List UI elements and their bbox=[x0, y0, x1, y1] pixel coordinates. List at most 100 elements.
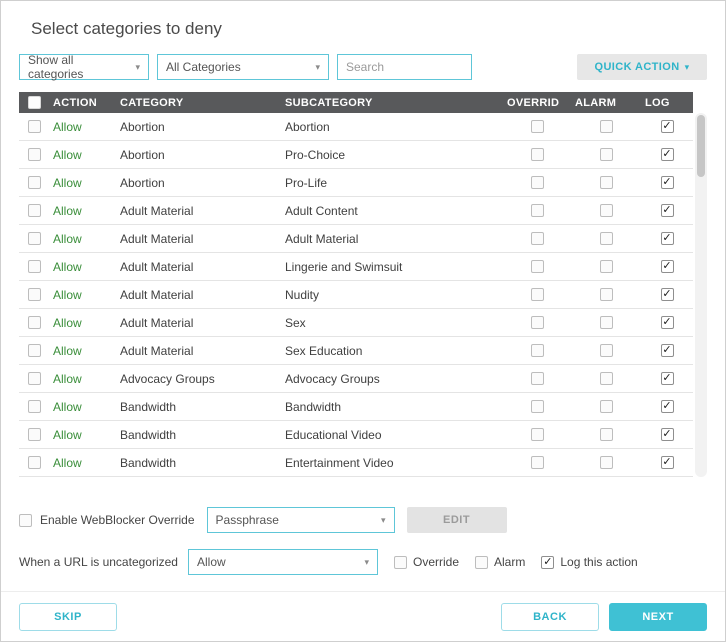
row-log-checkbox[interactable] bbox=[660, 400, 674, 413]
row-override-checkbox[interactable] bbox=[530, 148, 544, 161]
category-filter-dropdown[interactable]: All Categories ▾ bbox=[157, 54, 329, 80]
row-log-checkbox[interactable] bbox=[660, 344, 674, 357]
row-log-checkbox[interactable] bbox=[660, 288, 674, 301]
row-select-cell bbox=[19, 120, 49, 133]
row-alarm-cell bbox=[571, 120, 641, 133]
row-category-label: Bandwidth bbox=[120, 399, 177, 414]
row-select-checkbox[interactable] bbox=[27, 400, 41, 413]
row-log-checkbox[interactable] bbox=[660, 372, 674, 385]
row-alarm-cell bbox=[571, 428, 641, 441]
row-log-checkbox[interactable] bbox=[660, 232, 674, 245]
row-override-checkbox[interactable] bbox=[530, 456, 544, 469]
row-override-cell bbox=[503, 372, 571, 385]
row-override-checkbox[interactable] bbox=[530, 372, 544, 385]
row-select-checkbox[interactable] bbox=[27, 148, 41, 161]
row-action-label: Allow bbox=[53, 119, 82, 134]
select-categories-dialog: Select categories to deny Show all categ… bbox=[0, 0, 726, 642]
row-log-checkbox[interactable] bbox=[660, 204, 674, 217]
table-scrollbar-track[interactable] bbox=[695, 113, 707, 477]
select-all-checkbox[interactable] bbox=[27, 96, 41, 109]
row-override-checkbox[interactable] bbox=[530, 260, 544, 273]
quick-action-button[interactable]: QUICK ACTION ▾ bbox=[577, 54, 707, 80]
row-log-cell bbox=[641, 428, 693, 441]
row-select-checkbox[interactable] bbox=[27, 316, 41, 329]
row-subcategory-label: Educational Video bbox=[285, 427, 382, 442]
row-alarm-checkbox[interactable] bbox=[599, 260, 613, 273]
row-select-checkbox[interactable] bbox=[27, 428, 41, 441]
row-override-checkbox[interactable] bbox=[530, 232, 544, 245]
row-log-cell bbox=[641, 148, 693, 161]
row-alarm-checkbox[interactable] bbox=[599, 204, 613, 217]
row-alarm-checkbox[interactable] bbox=[599, 232, 613, 245]
row-alarm-checkbox[interactable] bbox=[599, 400, 613, 413]
row-alarm-checkbox[interactable] bbox=[599, 344, 613, 357]
row-subcategory-label: Advocacy Groups bbox=[285, 371, 380, 386]
row-alarm-cell bbox=[571, 316, 641, 329]
table-row: Allow Bandwidth Bandwidth bbox=[19, 393, 693, 421]
uncategorized-alarm-checkbox[interactable]: Alarm bbox=[475, 555, 525, 569]
row-override-checkbox[interactable] bbox=[530, 344, 544, 357]
table-row: Allow Adult Material Adult Material bbox=[19, 225, 693, 253]
override-method-value: Passphrase bbox=[215, 513, 279, 527]
row-select-checkbox[interactable] bbox=[27, 288, 41, 301]
next-button[interactable]: NEXT bbox=[609, 602, 707, 631]
row-override-cell bbox=[503, 288, 571, 301]
row-select-cell bbox=[19, 260, 49, 273]
row-action-label: Allow bbox=[53, 315, 82, 330]
row-log-checkbox[interactable] bbox=[660, 428, 674, 441]
filter-controls: Show all categories ▾ All Categories ▾ Q… bbox=[19, 53, 707, 81]
show-categories-dropdown[interactable]: Show all categories ▾ bbox=[19, 53, 149, 81]
row-select-checkbox[interactable] bbox=[27, 176, 41, 189]
row-alarm-checkbox[interactable] bbox=[599, 288, 613, 301]
uncategorized-log-checkbox[interactable]: Log this action bbox=[541, 555, 638, 569]
table-scrollbar-thumb[interactable] bbox=[697, 115, 705, 177]
row-action-label: Allow bbox=[53, 259, 82, 274]
row-override-checkbox[interactable] bbox=[530, 120, 544, 133]
header-log: LOG bbox=[645, 96, 670, 109]
row-action-label: Allow bbox=[53, 287, 82, 302]
row-alarm-checkbox[interactable] bbox=[599, 456, 613, 469]
enable-override-checkbox[interactable] bbox=[19, 513, 32, 527]
search-input[interactable] bbox=[337, 54, 472, 80]
row-category-label: Adult Material bbox=[120, 315, 194, 330]
row-override-checkbox[interactable] bbox=[530, 428, 544, 441]
row-select-checkbox[interactable] bbox=[27, 120, 41, 133]
category-filter-value: All Categories bbox=[166, 60, 241, 74]
row-select-checkbox[interactable] bbox=[27, 456, 41, 469]
row-log-checkbox[interactable] bbox=[660, 148, 674, 161]
override-method-dropdown[interactable]: Passphrase ▾ bbox=[206, 507, 395, 533]
row-log-checkbox[interactable] bbox=[660, 120, 674, 133]
skip-button[interactable]: SKIP bbox=[19, 602, 117, 631]
row-override-checkbox[interactable] bbox=[530, 400, 544, 413]
row-alarm-checkbox[interactable] bbox=[599, 176, 613, 189]
row-select-checkbox[interactable] bbox=[27, 232, 41, 245]
uncategorized-override-checkbox[interactable]: Override bbox=[393, 555, 459, 569]
row-select-checkbox[interactable] bbox=[27, 372, 41, 385]
row-log-cell bbox=[641, 120, 693, 133]
row-alarm-checkbox[interactable] bbox=[599, 316, 613, 329]
row-override-checkbox[interactable] bbox=[530, 288, 544, 301]
row-override-checkbox[interactable] bbox=[530, 204, 544, 217]
row-alarm-checkbox[interactable] bbox=[599, 148, 613, 161]
row-select-checkbox[interactable] bbox=[27, 260, 41, 273]
table-header-row: ACTION CATEGORY SUBCATEGORY OVERRID ALAR… bbox=[19, 92, 693, 113]
table-row: Allow Adult Material Nudity bbox=[19, 281, 693, 309]
row-alarm-checkbox[interactable] bbox=[599, 372, 613, 385]
uncategorized-action-dropdown[interactable]: Allow ▾ bbox=[187, 549, 378, 575]
edit-button[interactable]: EDIT bbox=[406, 507, 507, 533]
row-log-checkbox[interactable] bbox=[660, 260, 674, 273]
row-override-checkbox[interactable] bbox=[530, 316, 544, 329]
row-category-label: Adult Material bbox=[120, 203, 194, 218]
row-alarm-checkbox[interactable] bbox=[599, 120, 613, 133]
row-subcategory-label: Sex bbox=[285, 315, 306, 330]
row-log-checkbox[interactable] bbox=[660, 176, 674, 189]
row-log-checkbox[interactable] bbox=[660, 456, 674, 469]
row-select-checkbox[interactable] bbox=[27, 344, 41, 357]
row-select-checkbox[interactable] bbox=[27, 204, 41, 217]
back-button[interactable]: BACK bbox=[501, 602, 599, 631]
uncategorized-label: When a URL is uncategorized bbox=[19, 555, 178, 569]
row-log-checkbox[interactable] bbox=[660, 316, 674, 329]
row-alarm-checkbox[interactable] bbox=[599, 428, 613, 441]
table-row: Allow Bandwidth Educational Video bbox=[19, 421, 693, 449]
row-override-checkbox[interactable] bbox=[530, 176, 544, 189]
